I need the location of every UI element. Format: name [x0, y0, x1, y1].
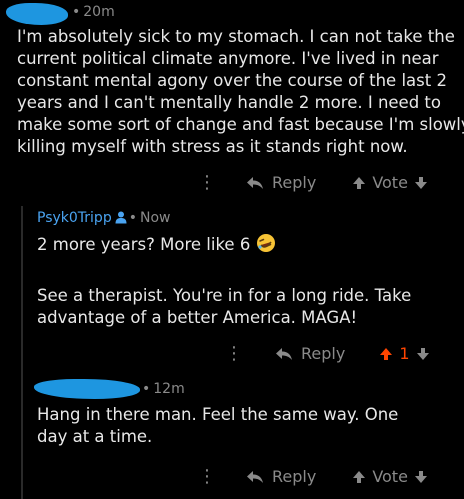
comment-line: I'm absolutely sick to my stomach. I can… — [17, 27, 455, 46]
downvote-icon[interactable] — [416, 347, 430, 361]
comment-meta: • 12m — [142, 381, 185, 397]
comment-actions: ⋮ Reply Vote — [198, 466, 428, 487]
comment-line: years and I can't mentally handle 2 more… — [17, 93, 441, 112]
reply-button[interactable]: Reply — [275, 344, 345, 363]
reply-icon — [276, 347, 292, 360]
vote-label: Vote — [372, 467, 408, 486]
upvote-icon[interactable] — [352, 470, 366, 484]
comment-meta: • 20m — [72, 4, 115, 20]
upvote-icon[interactable] — [352, 176, 366, 190]
comment-time: 12m — [153, 381, 185, 397]
more-options-icon[interactable]: ⋮ — [225, 343, 243, 364]
comment-line: make some sort of change and fast becaus… — [17, 115, 464, 134]
redacted-username — [6, 3, 68, 25]
thread-line — [21, 206, 23, 499]
comment-line: day at a time. — [37, 427, 153, 446]
comment-line: constant mental agony over the course of… — [17, 71, 447, 90]
downvote-icon[interactable] — [414, 176, 428, 190]
comment-line: current political climate anymore. I've … — [17, 49, 439, 68]
vote-count: 1 — [399, 344, 410, 363]
redacted-username — [34, 379, 140, 399]
comment-body: Hang in there man. Feel the same way. On… — [37, 404, 398, 448]
comment-line — [37, 259, 411, 281]
vote-group: 1 — [379, 344, 429, 363]
reply-button[interactable]: Reply — [246, 467, 316, 486]
reply-button[interactable]: Reply — [246, 173, 316, 192]
comment-actions: ⋮ Reply 1 — [225, 343, 430, 364]
more-options-icon[interactable]: ⋮ — [198, 172, 216, 193]
comment-time: Now — [139, 210, 171, 226]
comment-username[interactable]: Psyk0Tripp — [37, 210, 112, 226]
vote-label: Vote — [372, 173, 408, 192]
reply-label: Reply — [301, 344, 346, 363]
reply-label: Reply — [272, 173, 317, 192]
reply-icon — [247, 470, 263, 483]
comment-actions: ⋮ Reply Vote — [198, 172, 428, 193]
user-icon — [115, 211, 127, 224]
comment-line: See a therapist. You're in for a long ri… — [37, 286, 412, 305]
comment-line: Hang in there man. Feel the same way. On… — [37, 405, 399, 424]
comment-meta: Psyk0Tripp • Now — [37, 210, 171, 226]
upvote-icon[interactable] — [379, 347, 393, 361]
comment-line: killing myself with stress as it stands … — [17, 137, 408, 156]
reply-label: Reply — [272, 467, 317, 486]
comment-line: advantage of a better America. MAGA! — [37, 308, 358, 327]
vote-group: Vote — [352, 173, 428, 192]
downvote-icon[interactable] — [414, 470, 428, 484]
comment-body: I'm absolutely sick to my stomach. I can… — [17, 26, 464, 158]
comment-line: 2 more years? More like 6 — [37, 233, 411, 259]
more-options-icon[interactable]: ⋮ — [198, 466, 216, 487]
comment-time: 20m — [83, 4, 115, 20]
reply-icon — [247, 176, 263, 189]
vote-group: Vote — [352, 467, 428, 486]
rofl-emoji-icon — [256, 233, 276, 259]
comment-body: 2 more years? More like 6 See a therapis… — [37, 233, 411, 329]
